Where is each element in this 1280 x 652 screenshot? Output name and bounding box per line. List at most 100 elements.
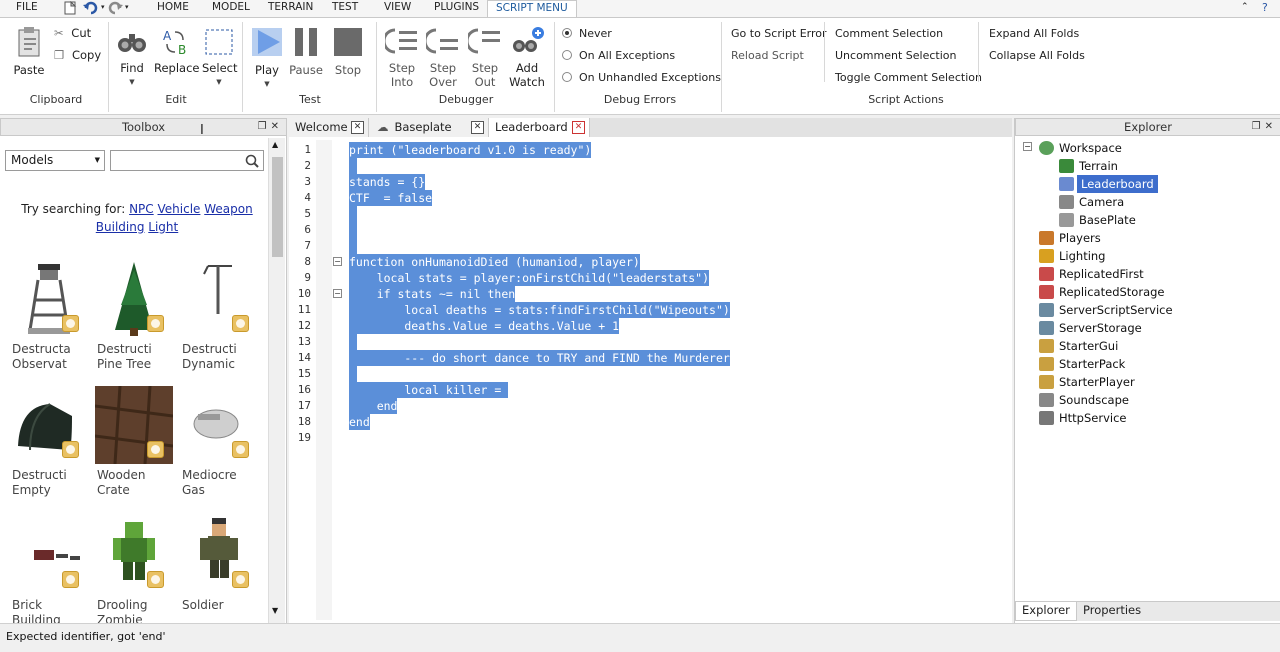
suggestion-link[interactable]: NPC [129, 202, 154, 216]
comment-selection-button[interactable]: Comment Selection [835, 27, 943, 40]
svg-text:A: A [163, 29, 172, 43]
model-name: Wooden [97, 468, 146, 482]
add-watch-button[interactable]: Add Watch [509, 26, 545, 89]
code-line[interactable]: deaths.Value = deaths.Value + 1 [349, 318, 620, 334]
code-line[interactable]: stands = {} [349, 174, 426, 190]
step-out-button[interactable]: Step Out [465, 26, 503, 89]
code-line[interactable] [349, 158, 357, 174]
category-select-value: Models [11, 153, 54, 167]
tab-properties[interactable]: Properties [1077, 602, 1147, 621]
tab-view[interactable]: VIEW [384, 0, 411, 17]
pause-icon [295, 28, 317, 56]
select-label: Select [202, 61, 238, 75]
select-icon [205, 29, 233, 55]
step-into-button[interactable]: Step Into [382, 26, 420, 89]
tab-explorer[interactable]: Explorer [1015, 602, 1077, 621]
tab-model[interactable]: MODEL [212, 0, 250, 17]
scrollbar-thumb[interactable] [272, 157, 283, 257]
toolbox-scrollbar[interactable]: ▲ ▼ [268, 138, 285, 623]
code-line[interactable]: end [349, 398, 398, 414]
close-icon[interactable]: ✕ [1265, 121, 1277, 132]
undo-icon[interactable] [83, 1, 99, 15]
code-line[interactable]: local deaths = stats:findFirstChild("Wip… [349, 302, 730, 318]
chevron-down-icon: ▼ [94, 156, 100, 164]
dock-icon[interactable]: ❐ [1252, 121, 1265, 132]
collapse-ribbon-icon[interactable]: ⌃ [1241, 0, 1249, 17]
tab-test[interactable]: TEST [332, 0, 358, 17]
play-dropdown-icon[interactable]: ▼ [249, 77, 285, 91]
code-line[interactable]: if stats ~= nil then [349, 286, 516, 302]
code-line[interactable] [349, 238, 357, 254]
tree-collapse-icon[interactable]: − [1023, 142, 1032, 151]
tab-welcome[interactable]: Welcome ✕ [289, 118, 369, 137]
scroll-down-icon[interactable]: ▼ [272, 606, 278, 615]
code-line[interactable]: local stats = player:onFirstChild("leade… [349, 270, 710, 286]
new-file-icon[interactable] [62, 1, 78, 15]
toggle-comment-selection-button[interactable]: Toggle Comment Selection [835, 71, 982, 84]
tab-label: Welcome [295, 120, 348, 134]
tab-home[interactable]: HOME [157, 0, 189, 17]
find-button[interactable]: Find ▼ [116, 28, 148, 89]
code-line[interactable]: CTF = false [349, 190, 433, 206]
suggestion-link[interactable]: Weapon [204, 202, 252, 216]
code-line[interactable] [349, 206, 357, 222]
fold-toggle-icon[interactable]: − [333, 257, 342, 266]
reload-script-button[interactable]: Reload Script [731, 49, 804, 62]
cut-button[interactable]: ✂ Cut [54, 26, 91, 40]
search-icon[interactable] [245, 154, 259, 168]
replace-icon: AB [163, 29, 186, 57]
paste-button[interactable]: Paste [10, 26, 48, 77]
tab-plugins[interactable]: PLUGINS [434, 0, 479, 17]
suggestion-link[interactable]: Vehicle [158, 202, 201, 216]
tab-baseplate[interactable]: ☁ Baseplate ✕ [369, 118, 489, 137]
code-line[interactable]: --- do short dance to TRY and FIND the M… [349, 350, 730, 366]
close-icon[interactable]: ✕ [572, 121, 585, 134]
replicated-first-icon [1039, 267, 1054, 281]
code-line[interactable]: end [349, 414, 370, 430]
fold-toggle-icon[interactable]: − [333, 289, 342, 298]
stop-label: Stop [334, 63, 362, 77]
undo-dropdown-icon[interactable]: ▾ [101, 0, 105, 17]
scroll-up-icon[interactable]: ▲ [272, 140, 278, 149]
radio-never[interactable]: Never [562, 27, 612, 40]
dock-icon[interactable]: ❐ [258, 121, 271, 132]
select-dropdown-icon[interactable]: ▼ [202, 75, 236, 89]
pause-button[interactable]: Pause [289, 26, 323, 77]
close-icon[interactable]: ✕ [351, 121, 364, 134]
radio-icon [562, 72, 572, 82]
close-icon[interactable]: ✕ [271, 121, 283, 132]
stop-button[interactable]: Stop [331, 26, 365, 77]
code-line[interactable] [349, 366, 357, 382]
find-dropdown-icon[interactable]: ▼ [116, 75, 148, 89]
code-line[interactable] [349, 334, 357, 350]
code-line[interactable]: print ("leaderboard v1.0 is ready") [349, 142, 592, 158]
tab-script-menu[interactable]: SCRIPT MENU [487, 0, 577, 17]
copy-button[interactable]: ❐ Copy [54, 48, 101, 62]
radio-all-exceptions[interactable]: On All Exceptions [562, 49, 675, 62]
tree-item-label: Terrain [1079, 159, 1118, 173]
go-to-script-error-button[interactable]: Go to Script Error [731, 27, 827, 40]
replace-button[interactable]: AB Replace [154, 28, 200, 75]
menu-file[interactable]: FILE [16, 0, 38, 17]
suggestion-link[interactable]: Building [96, 220, 145, 234]
category-select[interactable]: Models ▼ [5, 150, 105, 171]
toolbox-search-input[interactable] [110, 150, 264, 171]
code-line[interactable]: function onHumanoidDied (humaniod, playe… [349, 254, 640, 270]
radio-unhandled-exceptions[interactable]: On Unhandled Exceptions [562, 71, 721, 84]
help-icon[interactable]: ? [1262, 0, 1268, 17]
code-line[interactable]: local killer = [349, 382, 509, 398]
step-over-button[interactable]: Step Over [423, 26, 461, 89]
close-icon[interactable]: ✕ [471, 121, 484, 134]
tab-terrain[interactable]: TERRAIN [268, 0, 313, 17]
redo-icon[interactable] [107, 1, 123, 15]
collapse-all-folds-button[interactable]: Collapse All Folds [989, 49, 1085, 62]
suggestion-link[interactable]: Light [148, 220, 178, 234]
line-number: 14 [297, 351, 311, 364]
select-button[interactable]: Select ▼ [202, 28, 238, 89]
code-line[interactable] [349, 222, 357, 238]
tab-leaderboard[interactable]: Leaderboard ✕ [489, 118, 590, 137]
expand-all-folds-button[interactable]: Expand All Folds [989, 27, 1079, 40]
uncomment-selection-button[interactable]: Uncomment Selection [835, 49, 956, 62]
play-button[interactable]: Play ▼ [249, 26, 285, 91]
redo-dropdown-icon[interactable]: ▾ [125, 0, 129, 17]
